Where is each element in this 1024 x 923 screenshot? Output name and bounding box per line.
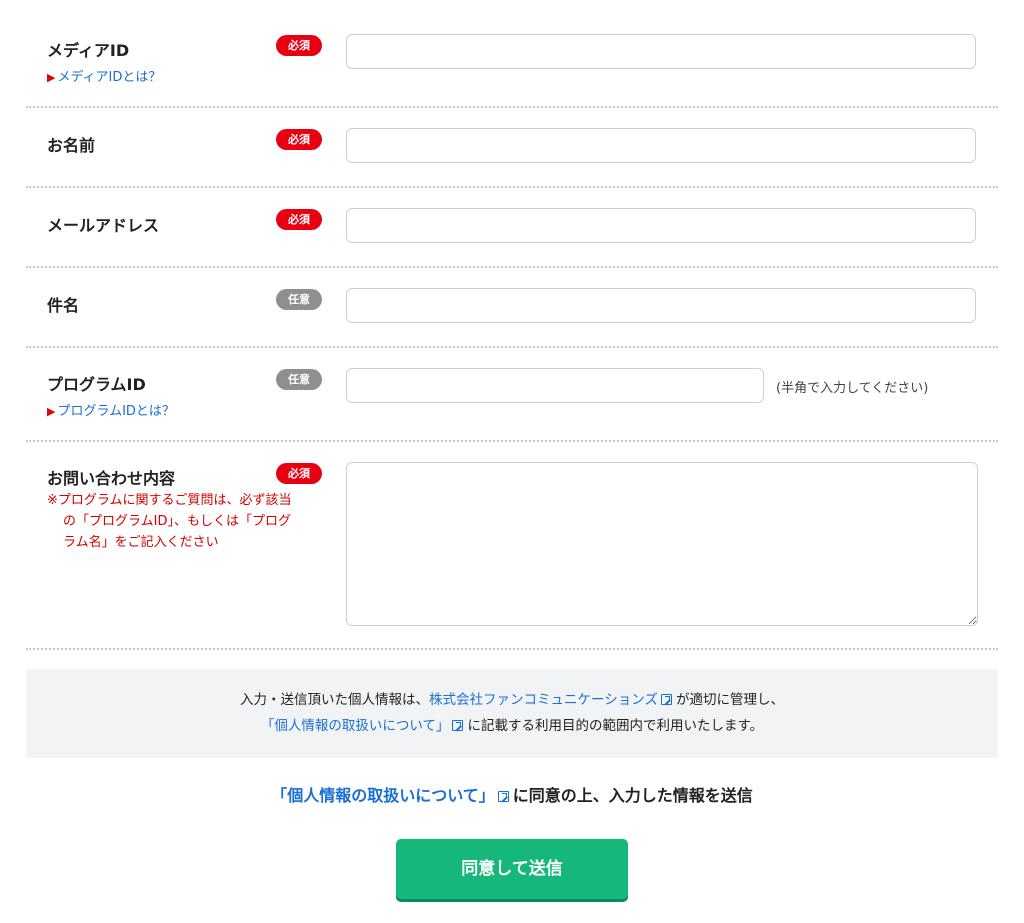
program-id-label: プログラムID <box>47 375 146 394</box>
form-row-media-id: メディアID ▶ メディアIDとは？ 必須 <box>26 0 998 108</box>
name-input[interactable] <box>346 128 976 163</box>
privacy-policy-link[interactable]: 「個人情報の取扱いについて」 <box>261 718 450 734</box>
privacy-line2-suffix: に記載する利用目的の範囲内で利用いたします。 <box>467 718 764 734</box>
consent-statement: 「個人情報の取扱いについて」 に同意の上、入力した情報を送信 <box>0 782 1024 806</box>
media-id-label: メディアID <box>47 41 130 60</box>
optional-badge: 任意 <box>276 289 322 310</box>
email-input[interactable] <box>346 208 976 243</box>
form-row-name: お名前 必須 <box>26 108 998 188</box>
inquiry-note-line2: の「プログラムID」、もしくは「プログ <box>63 514 291 529</box>
required-badge: 必須 <box>276 209 322 230</box>
program-id-help-link-label: プログラムIDとは？ <box>57 404 175 419</box>
form-row-email: メールアドレス 必須 <box>26 188 998 268</box>
consent-text: に同意の上、入力した情報を送信 <box>512 786 753 805</box>
company-link[interactable]: 株式会社ファンコミュニケーションズ <box>429 692 658 708</box>
form-row-program-id: プログラムID ▶ プログラムIDとは？ 任意 (半角で入力してください) <box>26 348 998 442</box>
media-id-help-link-label: メディアIDとは？ <box>57 70 162 85</box>
media-id-input[interactable] <box>346 34 976 69</box>
form-row-subject: 件名 任意 <box>26 268 998 348</box>
inquiry-label: お問い合わせ内容 <box>47 469 176 488</box>
required-badge: 必須 <box>276 129 322 150</box>
inquiry-note: ※プログラムに関するご質問は、必ず該当 の「プログラムID」、もしくは「プログ … <box>47 490 337 553</box>
form-row-inquiry: お問い合わせ内容 必須 ※プログラムに関するご質問は、必ず該当 の「プログラムI… <box>26 442 998 650</box>
subject-input[interactable] <box>346 288 976 323</box>
inquiry-note-line3: ラム名」をご記入ください <box>63 535 219 550</box>
subject-label: 件名 <box>47 296 80 315</box>
privacy-line-1: 入力・送信頂いた個人情報は、株式会社ファンコミュニケーションズ が適切に管理し、 <box>26 687 998 713</box>
privacy-line-2: 「個人情報の取扱いについて」 に記載する利用目的の範囲内で利用いたします。 <box>26 713 998 739</box>
email-label: メールアドレス <box>47 216 160 235</box>
inquiry-note-line1: ※プログラムに関するご質問は、必ず該当 <box>47 493 292 508</box>
program-id-help-link[interactable]: ▶ プログラムIDとは？ <box>47 400 175 419</box>
required-badge: 必須 <box>276 463 322 484</box>
external-link-icon <box>497 791 509 802</box>
inquiry-textarea[interactable] <box>346 462 978 626</box>
external-link-icon <box>452 720 464 731</box>
agree-and-submit-button[interactable]: 同意して送信 <box>396 839 628 899</box>
privacy-line1-suffix: が適切に管理し、 <box>675 692 784 708</box>
triangle-right-icon: ▶ <box>47 71 56 84</box>
external-link-icon <box>660 694 672 705</box>
program-id-input[interactable] <box>346 368 764 403</box>
optional-badge: 任意 <box>276 369 322 390</box>
media-id-help-link[interactable]: ▶ メディアIDとは？ <box>47 66 161 85</box>
triangle-right-icon: ▶ <box>47 405 56 418</box>
consent-policy-link[interactable]: 「個人情報の取扱いについて」 <box>271 786 495 805</box>
program-id-hint: (半角で入力してください) <box>776 381 929 396</box>
required-badge: 必須 <box>276 35 322 56</box>
name-label: お名前 <box>47 136 96 155</box>
privacy-notice: 入力・送信頂いた個人情報は、株式会社ファンコミュニケーションズ が適切に管理し、 … <box>26 669 998 758</box>
privacy-line1-prefix: 入力・送信頂いた個人情報は、 <box>240 692 430 708</box>
